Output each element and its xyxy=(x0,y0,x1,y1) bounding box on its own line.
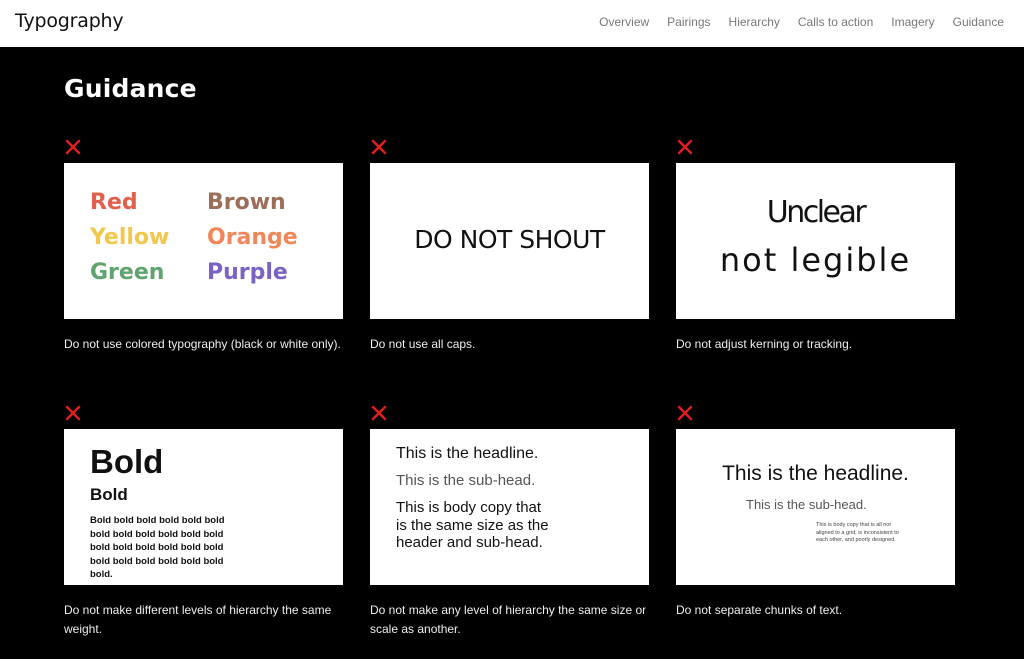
section-title: Guidance xyxy=(64,74,197,103)
bold-headline-sample: Bold xyxy=(90,443,164,480)
main-nav: Overview Pairings Hierarchy Calls to act… xyxy=(599,15,1004,29)
example-card: Unclear not legible xyxy=(676,163,955,319)
color-word-orange: Orange xyxy=(207,225,298,250)
close-icon xyxy=(65,139,81,155)
example-caption: Do not use colored typography (black or … xyxy=(64,337,341,351)
example-card: Red Brown Yellow Orange Green Purple xyxy=(64,163,343,319)
color-word-brown: Brown xyxy=(207,190,286,215)
nav-calls-to-action[interactable]: Calls to action xyxy=(798,15,873,29)
close-icon xyxy=(371,405,387,421)
headline-sample: This is the headline. xyxy=(722,462,909,485)
nav-pairings[interactable]: Pairings xyxy=(667,15,710,29)
example-card: This is the headline. This is the sub-he… xyxy=(676,429,955,585)
color-word-green: Green xyxy=(90,260,165,285)
nav-guidance[interactable]: Guidance xyxy=(953,15,1004,29)
top-navigation-bar: Typography Overview Pairings Hierarchy C… xyxy=(0,0,1024,47)
color-word-red: Red xyxy=(90,190,138,215)
close-icon xyxy=(677,139,693,155)
example-caption: Do not adjust kerning or tracking. xyxy=(676,337,853,351)
bold-body-sample: Bold bold bold bold bold bold bold bold … xyxy=(90,515,225,580)
example-caption: Do not make different levels of hierarch… xyxy=(64,603,332,636)
tight-tracking-sample: Unclear xyxy=(766,195,867,230)
loose-tracking-sample: not legible xyxy=(719,241,912,279)
all-caps-sample: DO NOT SHOUT xyxy=(414,225,605,254)
nav-imagery[interactable]: Imagery xyxy=(891,15,934,29)
example-caption: Do not make any level of hierarchy the s… xyxy=(370,603,647,636)
example-caption: Do not separate chunks of text. xyxy=(676,603,843,617)
site-title[interactable]: Typography xyxy=(15,10,124,32)
subhead-sample: This is the sub-head. xyxy=(396,472,536,489)
close-icon xyxy=(677,405,693,421)
bold-subhead-sample: Bold xyxy=(90,485,128,504)
example-card: DO NOT SHOUT xyxy=(370,163,649,319)
close-icon xyxy=(371,139,387,155)
close-icon xyxy=(65,405,81,421)
headline-sample: This is the headline. xyxy=(396,445,539,462)
example-caption: Do not use all caps. xyxy=(370,337,476,351)
example-card: Bold Bold Bold bold bold bold bold bold … xyxy=(64,429,343,585)
body-copy-sample: This is body copy that is all not aligne… xyxy=(816,522,899,543)
example-card: This is the headline. This is the sub-he… xyxy=(370,429,649,585)
color-word-yellow: Yellow xyxy=(90,225,170,250)
subhead-sample: This is the sub-head. xyxy=(746,497,867,512)
nav-hierarchy[interactable]: Hierarchy xyxy=(729,15,780,29)
color-word-purple: Purple xyxy=(207,260,288,285)
nav-overview[interactable]: Overview xyxy=(599,15,649,29)
body-copy-sample: This is body copy that is the same size … xyxy=(396,499,549,551)
